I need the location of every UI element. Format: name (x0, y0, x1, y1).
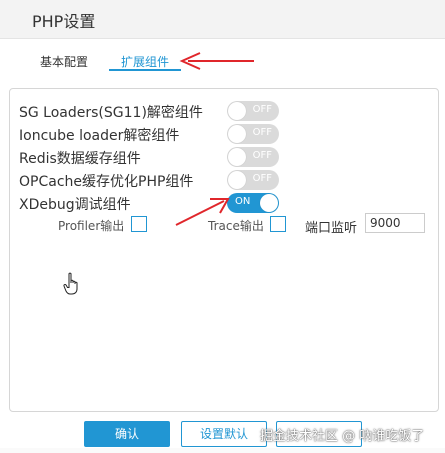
profiler-output-checkbox[interactable] (131, 216, 147, 232)
dialog-title: PHP设置 (32, 12, 96, 31)
active-tab-indicator (109, 69, 181, 71)
port-listen-input[interactable] (365, 213, 425, 233)
toggle-knob (260, 194, 278, 212)
toggle-knob (228, 148, 246, 166)
annotation-arrow-icon (179, 52, 254, 70)
profiler-output-label: Profiler输出 (58, 219, 125, 233)
toggle-state: OFF (252, 104, 272, 115)
trace-output-label: Trace输出 (208, 219, 264, 233)
hand-pointer-icon (63, 272, 78, 295)
toggle-opcache[interactable]: OFF (227, 170, 279, 190)
bottom-edge (0, 448, 445, 453)
toggle-knob (228, 171, 246, 189)
dialog-titlebar: PHP设置 (0, 0, 445, 39)
toggle-knob (228, 102, 246, 120)
extension-label-ioncube: Ioncube loader解密组件 (19, 128, 180, 144)
toggle-xdebug[interactable]: ON (227, 193, 279, 213)
extension-label-opcache: OPCache缓存优化PHP组件 (19, 174, 194, 190)
toggle-ioncube[interactable]: OFF (227, 124, 279, 144)
toggle-state: OFF (252, 127, 272, 138)
toggle-state: OFF (252, 173, 272, 184)
confirm-button[interactable]: 确认 (84, 421, 170, 447)
toggle-state: ON (235, 196, 251, 207)
toggle-state: OFF (252, 150, 272, 161)
watermark-text: 掘金技术社区 @ 吶谁吃饭了 (260, 429, 425, 444)
extension-label-redis: Redis数据缓存组件 (19, 151, 141, 167)
toggle-knob (228, 125, 246, 143)
extension-label-sg11: SG Loaders(SG11)解密组件 (19, 105, 203, 121)
tab-extensions[interactable]: 扩展组件 (121, 53, 169, 70)
toggle-sg11[interactable]: OFF (227, 101, 279, 121)
reset-default-button[interactable]: 设置默认 (181, 421, 267, 447)
port-listen-label: 端口监听 (305, 221, 358, 236)
extension-label-xdebug: XDebug调试组件 (19, 197, 131, 213)
tab-basic-config[interactable]: 基本配置 (40, 53, 88, 70)
trace-output-checkbox[interactable] (270, 216, 286, 232)
toggle-redis[interactable]: OFF (227, 147, 279, 167)
